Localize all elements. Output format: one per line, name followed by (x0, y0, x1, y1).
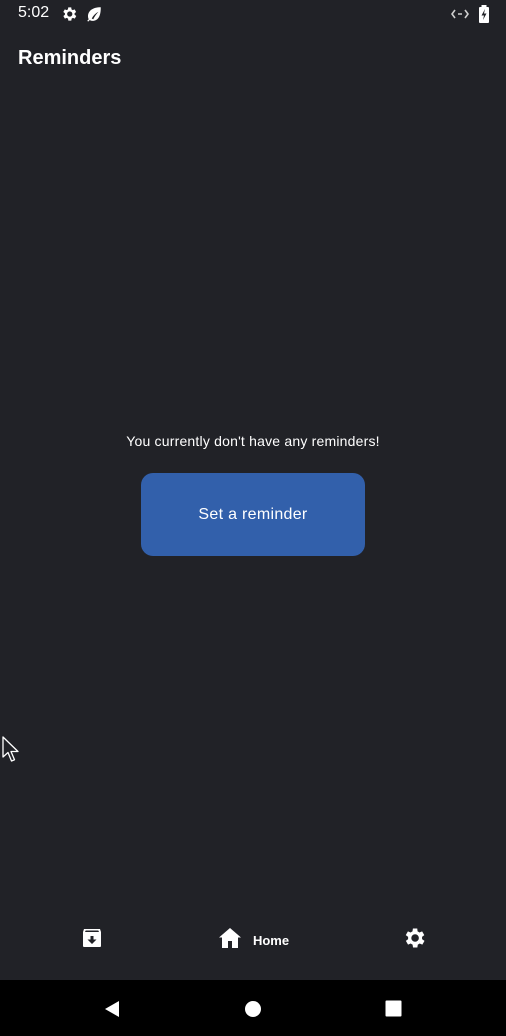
screen: 5:02 Reminders You currently don't have … (0, 0, 506, 1036)
nav-item-home[interactable]: Home (196, 900, 310, 980)
back-icon[interactable] (103, 1000, 121, 1023)
settings-gear-icon (60, 5, 78, 28)
set-reminder-button[interactable]: Set a reminder (141, 473, 365, 556)
settings-icon (401, 925, 427, 956)
leaf-icon (85, 5, 103, 28)
data-arrows-icon (451, 6, 469, 27)
system-navigation-bar (0, 980, 506, 1036)
nav-item-home-label: Home (252, 932, 290, 948)
nav-item-archive[interactable] (40, 900, 144, 980)
nav-item-settings[interactable] (362, 900, 466, 980)
archive-icon (80, 926, 104, 955)
recents-square-icon[interactable] (385, 1000, 402, 1022)
battery-charging-icon (478, 5, 490, 28)
status-time: 5:02 (18, 4, 50, 21)
empty-state-message: You currently don't have any reminders! (126, 433, 380, 449)
bottom-navigation: Home (0, 900, 506, 980)
set-reminder-button-label: Set a reminder (198, 505, 308, 523)
home-circle-icon[interactable] (244, 1000, 262, 1023)
home-icon (217, 926, 243, 955)
page-title: Reminders (18, 47, 122, 69)
mouse-cursor-icon (2, 736, 20, 769)
status-bar: 5:02 (0, 0, 506, 28)
